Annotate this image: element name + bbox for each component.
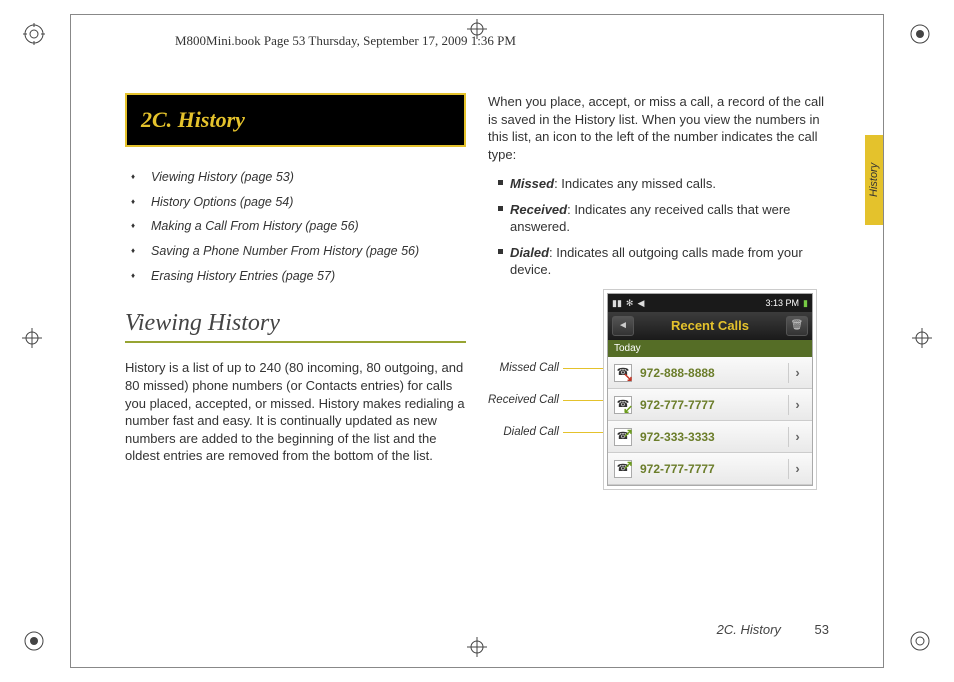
right-column: When you place, accept, or miss a call, … bbox=[488, 93, 829, 533]
toc-item: Viewing History (page 53) bbox=[125, 169, 466, 186]
list-item-dialed: Dialed: Indicates all outgoing calls mad… bbox=[498, 244, 829, 279]
callout-received: Received Call bbox=[488, 393, 559, 409]
crop-mark-icon bbox=[908, 22, 932, 53]
left-column: 2C. History Viewing History (page 53) Hi… bbox=[125, 93, 466, 533]
callout-labels: Missed Call Received Call Dialed Call bbox=[488, 353, 621, 449]
para-call-types: When you place, accept, or miss a call, … bbox=[488, 93, 829, 163]
title-bar: ◄ Recent Calls 🗑 bbox=[608, 312, 812, 340]
received-call-icon: ☎↙ bbox=[614, 396, 632, 414]
page-footer: 2C. History 53 bbox=[717, 622, 829, 637]
call-number: 972-777-7777 bbox=[640, 461, 780, 477]
chevron-right-icon: › bbox=[788, 427, 806, 447]
toc-list: Viewing History (page 53) History Option… bbox=[125, 169, 466, 285]
missed-call-icon: ☎↘ bbox=[614, 364, 632, 382]
chevron-right-icon: › bbox=[788, 363, 806, 383]
toc-item: History Options (page 54) bbox=[125, 194, 466, 211]
bluetooth-icon: ✻ bbox=[626, 297, 634, 309]
signal-icon: ▮▮ bbox=[612, 297, 622, 309]
crop-mark-icon bbox=[22, 629, 46, 660]
term-dialed: Dialed bbox=[510, 245, 549, 260]
call-number: 972-888-8888 bbox=[640, 365, 780, 381]
callout-dialed: Dialed Call bbox=[503, 425, 559, 441]
sound-icon: ◀ bbox=[637, 297, 644, 309]
status-bar: ▮▮ ✻ ◀ 3:13 PM ▮ bbox=[608, 294, 812, 312]
callout-missed: Missed Call bbox=[500, 361, 559, 377]
page-frame: M800Mini.book Page 53 Thursday, Septembe… bbox=[70, 14, 884, 668]
header-path: M800Mini.book Page 53 Thursday, Septembe… bbox=[175, 33, 829, 49]
footer-page-number: 53 bbox=[815, 622, 829, 637]
trash-icon: 🗑 bbox=[786, 316, 808, 336]
call-type-list: Missed: Indicates any missed calls. Rece… bbox=[488, 175, 829, 279]
crop-mark-icon bbox=[908, 629, 932, 660]
list-item-missed: Missed: Indicates any missed calls. bbox=[498, 175, 829, 193]
heading-viewing-history: Viewing History bbox=[125, 307, 466, 343]
call-number: 972-777-7777 bbox=[640, 397, 780, 413]
chevron-right-icon: › bbox=[788, 395, 806, 415]
battery-icon: ▮ bbox=[803, 297, 808, 309]
para-history-desc: History is a list of up to 240 (80 incom… bbox=[125, 359, 466, 464]
section-title-box: 2C. History bbox=[125, 93, 466, 147]
call-row-dialed: ☎↗ 972-777-7777 › bbox=[608, 453, 812, 485]
crop-mark-icon bbox=[22, 22, 46, 53]
desc-dialed: : Indicates all outgoing calls made from… bbox=[510, 245, 803, 278]
desc-missed: : Indicates any missed calls. bbox=[554, 176, 716, 191]
call-row-missed: ☎↘ 972-888-8888 › bbox=[608, 357, 812, 389]
section-title: 2C. History bbox=[141, 107, 245, 132]
toc-item: Erasing History Entries (page 57) bbox=[125, 268, 466, 285]
title-recent-calls: Recent Calls bbox=[671, 317, 749, 335]
call-row-dialed: ☎↗ 972-333-3333 › bbox=[608, 421, 812, 453]
dialed-call-icon: ☎↗ bbox=[614, 428, 632, 446]
term-missed: Missed bbox=[510, 176, 554, 191]
toc-item: Saving a Phone Number From History (page… bbox=[125, 243, 466, 260]
crop-mark-icon bbox=[22, 327, 42, 355]
side-tab-history: History bbox=[865, 135, 883, 225]
today-header: Today bbox=[608, 340, 812, 358]
phone-screenshot: ▮▮ ✻ ◀ 3:13 PM ▮ ◄ Recent Calls 🗑 bbox=[607, 293, 813, 487]
list-item-received: Received: Indicates any received calls t… bbox=[498, 201, 829, 236]
toc-item: Making a Call From History (page 56) bbox=[125, 218, 466, 235]
call-number: 972-333-3333 bbox=[640, 429, 780, 445]
chevron-right-icon: › bbox=[788, 459, 806, 479]
back-icon: ◄ bbox=[612, 316, 634, 336]
call-row-received: ☎↙ 972-777-7777 › bbox=[608, 389, 812, 421]
footer-section: 2C. History bbox=[717, 622, 781, 637]
crop-mark-icon bbox=[912, 327, 932, 355]
term-received: Received bbox=[510, 202, 567, 217]
dialed-call-icon: ☎↗ bbox=[614, 460, 632, 478]
status-time: 3:13 PM bbox=[766, 297, 800, 309]
